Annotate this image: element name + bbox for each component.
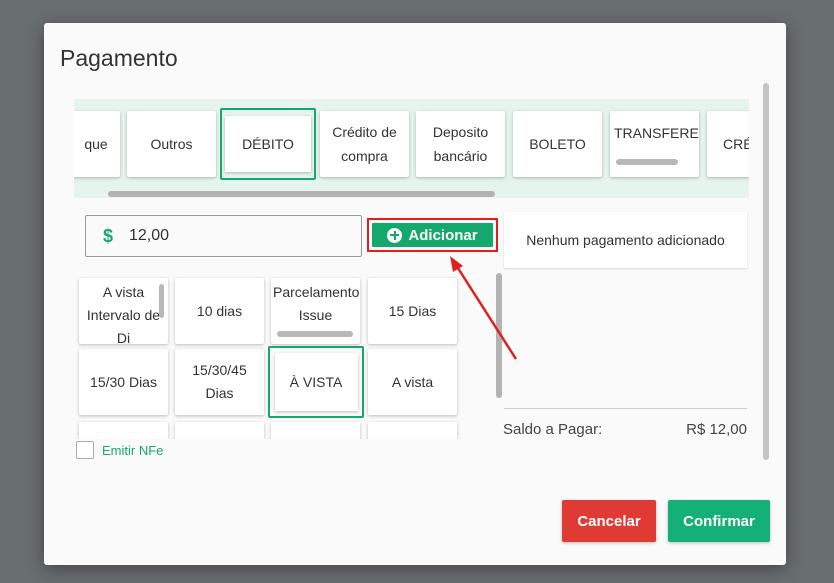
summary-divider <box>504 408 747 409</box>
emit-nfe-option[interactable]: Emitir NFe <box>76 441 163 459</box>
balance-value: R$ 12,00 <box>686 421 747 438</box>
emit-nfe-label[interactable]: Emitir NFe <box>102 443 163 458</box>
payment-method-scrollbar[interactable] <box>616 159 678 165</box>
dollar-icon: $ <box>103 225 114 246</box>
term-partial[interactable] <box>271 422 360 439</box>
dialog-scrollbar[interactable] <box>763 83 769 460</box>
term-a-vista-intervalo[interactable]: A vista Intervalo de Di <box>79 278 168 344</box>
term-parcelamento-issue[interactable]: Parcelamento Issue <box>271 278 360 344</box>
term-10-dias[interactable]: 10 dias <box>175 278 264 344</box>
amount-field[interactable]: $ 12,00 <box>85 215 362 257</box>
payment-method-boleto[interactable]: BOLETO <box>513 111 602 177</box>
payment-method-label: Outros <box>150 136 193 152</box>
payment-method-credito[interactable]: CRÉ <box>707 111 749 177</box>
add-button-highlight: Adicionar <box>367 218 498 252</box>
plus-circle-icon <box>387 227 403 243</box>
payment-method-label: que <box>84 136 108 152</box>
payment-method-label: BOLETO <box>529 136 586 152</box>
term-partial[interactable] <box>368 422 457 439</box>
emit-nfe-checkbox[interactable] <box>76 441 94 459</box>
term-label: 10 dias <box>196 302 243 319</box>
term-label: Parcelamento Issue <box>273 284 360 323</box>
payment-dialog: Pagamento que Outros DÉBITO Crédito de c… <box>44 23 786 565</box>
cancel-button[interactable]: Cancelar <box>562 500 656 542</box>
payments-empty-state: Nenhum pagamento adicionado <box>504 212 747 268</box>
payment-method-label: DÉBITO <box>242 136 294 152</box>
add-button[interactable]: Adicionar <box>372 223 493 247</box>
amount-value[interactable]: 12,00 <box>129 227 169 245</box>
balance-label: Saldo a Pagar: <box>503 421 603 438</box>
term-label: 15/30 Dias <box>90 373 157 390</box>
payment-method-label: CRÉ <box>723 136 749 152</box>
term-label: 15/30/45 Dias <box>192 362 247 401</box>
payment-terms-grid: A vista Intervalo de Di 10 dias Parcelam… <box>74 269 462 439</box>
payment-method-transferencia[interactable]: TRANSFEREN <box>610 111 699 177</box>
term-partial[interactable] <box>79 422 168 439</box>
payment-method-outros[interactable]: Outros <box>127 111 216 177</box>
term-scrollbar[interactable] <box>159 284 164 318</box>
carousel-scrollbar[interactable] <box>108 191 495 197</box>
term-partial[interactable] <box>175 422 264 439</box>
term-15-dias[interactable]: 15 Dias <box>368 278 457 344</box>
term-a-vista[interactable]: A vista <box>368 349 457 415</box>
term-label: 15 Dias <box>388 302 437 319</box>
payment-method-carousel: que Outros DÉBITO Crédito de compra Depo… <box>74 99 749 198</box>
payment-method-label: Crédito de compra <box>332 124 397 164</box>
term-label: À VISTA <box>289 373 343 390</box>
payment-method-cheque[interactable]: que <box>74 111 120 177</box>
dialog-title: Pagamento <box>60 45 178 71</box>
term-a-vista-selected[interactable]: À VISTA <box>268 346 364 418</box>
terms-scrollbar[interactable] <box>496 273 502 398</box>
term-scrollbar[interactable] <box>277 331 353 337</box>
confirm-button[interactable]: Confirmar <box>668 500 770 542</box>
add-button-label: Adicionar <box>408 226 478 244</box>
term-label: A vista <box>391 373 434 390</box>
term-15-30-dias[interactable]: 15/30 Dias <box>79 349 168 415</box>
payment-method-label: TRANSFEREN <box>614 125 699 141</box>
payment-method-credito-de-compra[interactable]: Crédito de compra <box>320 111 409 177</box>
term-15-30-45-dias[interactable]: 15/30/45 Dias <box>175 349 264 415</box>
payment-method-label: Deposito bancário <box>432 124 489 164</box>
payment-method-deposito-bancario[interactable]: Deposito bancário <box>416 111 505 177</box>
payment-method-debito[interactable]: DÉBITO <box>220 108 316 180</box>
empty-state-text: Nenhum pagamento adicionado <box>526 232 725 248</box>
term-label: A vista Intervalo de Di <box>86 284 161 344</box>
